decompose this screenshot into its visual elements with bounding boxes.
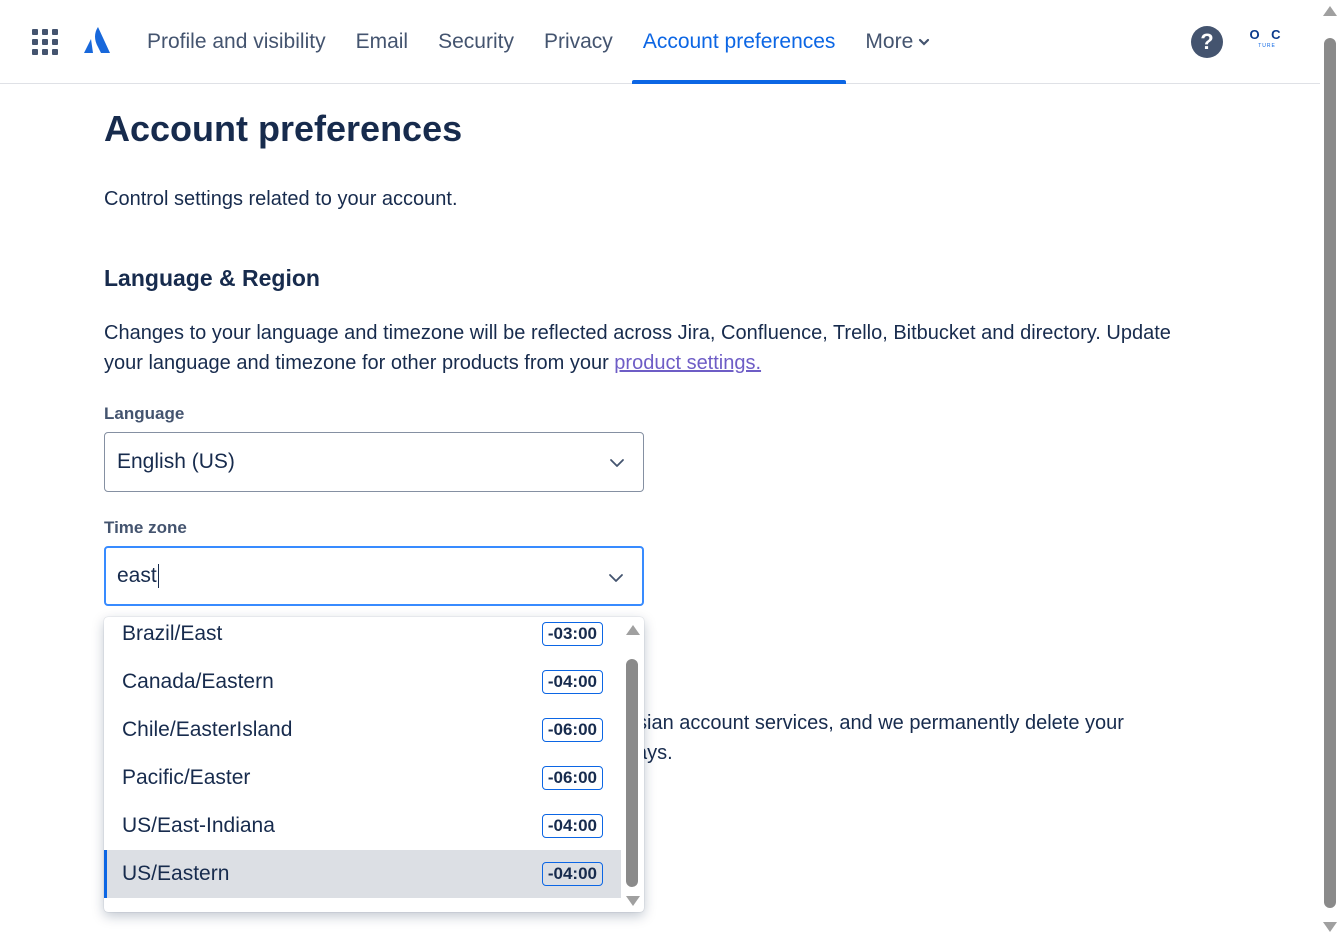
app-switcher-grid-icon[interactable]: [32, 29, 58, 55]
nav-tabs: Profile and visibility Email Security Pr…: [132, 0, 945, 84]
timezone-option[interactable]: Pacific/Easter -06:00: [104, 754, 621, 802]
tab-security[interactable]: Security: [423, 0, 529, 84]
help-icon[interactable]: ?: [1191, 26, 1223, 58]
section-description: Changes to your language and timezone wi…: [104, 318, 1194, 378]
page-description: Control settings related to your account…: [104, 188, 458, 210]
section-title-language-region: Language & Region: [104, 265, 320, 291]
timezone-option-name: Brazil/East: [122, 622, 223, 645]
timezone-option-name: US/East-Indiana: [122, 814, 275, 837]
avatar-initials: O C: [1249, 27, 1285, 42]
scroll-down-arrow-icon[interactable]: [626, 896, 640, 906]
top-navigation: Profile and visibility Email Security Pr…: [0, 0, 1320, 84]
timezone-select-input[interactable]: east: [104, 546, 644, 606]
scroll-down-arrow-icon[interactable]: [1323, 922, 1337, 932]
avatar[interactable]: O C TURE: [1247, 27, 1287, 57]
page-scrollbar[interactable]: [1320, 0, 1341, 936]
scrollbar-thumb[interactable]: [1324, 38, 1336, 908]
avatar-subtext: TURE: [1258, 43, 1276, 49]
timezone-option[interactable]: Brazil/East -03:00: [104, 617, 621, 658]
timezone-option[interactable]: Chile/EasterIsland -06:00: [104, 706, 621, 754]
language-select[interactable]: English (US): [104, 432, 644, 492]
scrollbar-thumb[interactable]: [626, 659, 638, 887]
timezone-dropdown-menu: Brazil/East -03:00 Canada/Eastern -04:00…: [104, 617, 644, 912]
tab-email[interactable]: Email: [341, 0, 424, 84]
timezone-offset-badge: -04:00: [541, 862, 603, 886]
timezone-option-name: Canada/Eastern: [122, 670, 274, 693]
timezone-input-value: east: [117, 564, 157, 587]
timezone-label: Time zone: [104, 518, 187, 537]
atlassian-logo-icon[interactable]: [83, 27, 111, 53]
timezone-offset-badge: -04:00: [541, 670, 603, 694]
chevron-down-icon: [919, 38, 930, 46]
chevron-down-icon: [609, 574, 623, 582]
timezone-offset-badge: -03:00: [541, 622, 603, 646]
language-label: Language: [104, 404, 185, 423]
tab-account-preferences[interactable]: Account preferences: [628, 0, 851, 84]
timezone-offset-badge: -06:00: [541, 766, 603, 790]
timezone-option-name: US/Eastern: [122, 862, 230, 885]
timezone-option-name: Pacific/Easter: [122, 766, 251, 789]
tab-more[interactable]: More: [850, 0, 945, 84]
text-caret: [157, 564, 159, 588]
scroll-up-arrow-icon[interactable]: [1323, 6, 1337, 16]
timezone-option-name: Chile/EasterIsland: [122, 718, 293, 741]
language-value: English (US): [117, 450, 235, 473]
timezone-option-selected[interactable]: US/Eastern -04:00: [104, 850, 621, 898]
timezone-option[interactable]: Canada/Eastern -04:00: [104, 658, 621, 706]
timezone-offset-badge: -06:00: [541, 718, 603, 742]
timezone-options-list: Brazil/East -03:00 Canada/Eastern -04:00…: [104, 617, 621, 898]
timezone-offset-badge: -04:00: [541, 814, 603, 838]
menu-scrollbar[interactable]: [621, 617, 644, 912]
product-settings-link[interactable]: product settings.: [614, 352, 761, 374]
page-title: Account preferences: [104, 108, 463, 149]
chevron-down-icon: [610, 459, 624, 467]
tab-profile-and-visibility[interactable]: Profile and visibility: [132, 0, 341, 84]
tab-more-label: More: [865, 30, 914, 53]
timezone-option[interactable]: US/East-Indiana -04:00: [104, 802, 621, 850]
scroll-up-arrow-icon[interactable]: [626, 625, 640, 635]
tab-privacy[interactable]: Privacy: [529, 0, 628, 84]
